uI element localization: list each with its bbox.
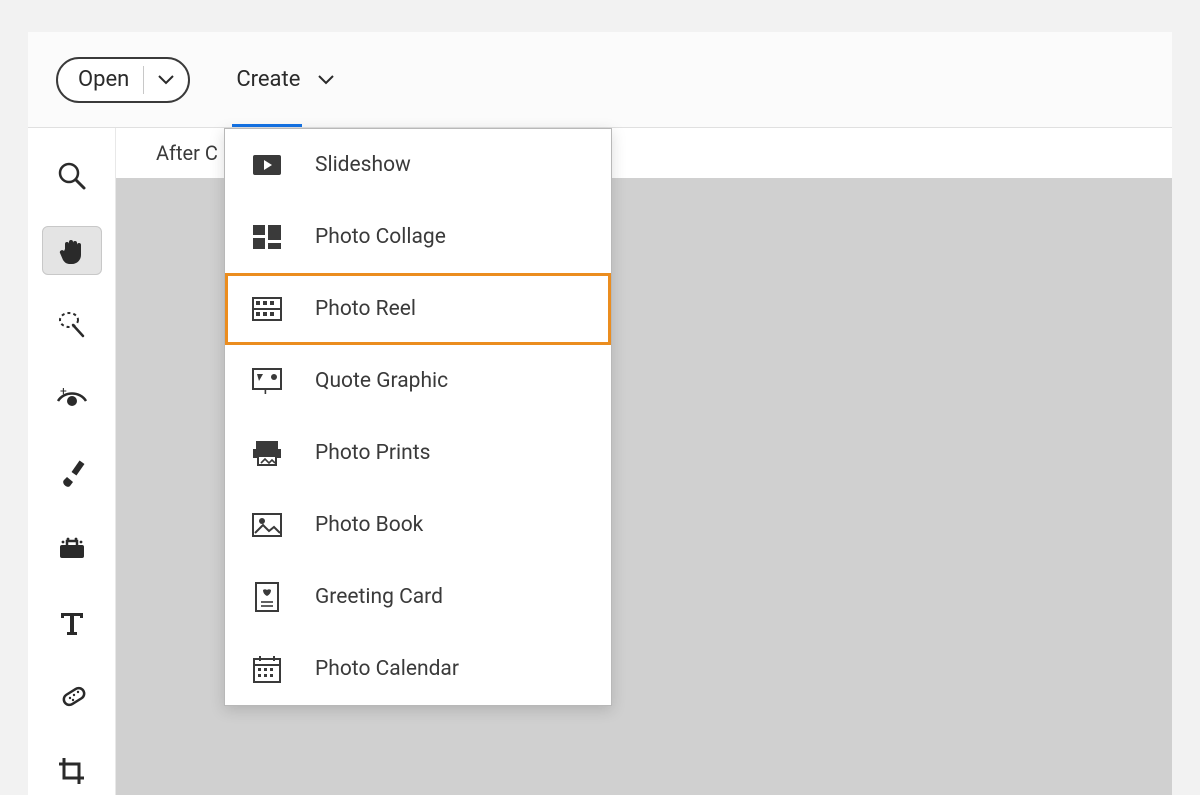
menu-item-label: Photo Calendar [315,657,459,681]
document-tab-label[interactable]: After C [156,141,218,165]
left-toolbar: + [28,128,116,795]
quick-select-tool[interactable] [42,301,102,349]
chevron-down-icon [318,75,334,85]
menu-item-photo-collage[interactable]: Photo Collage [225,201,611,273]
create-tab-label: Create [236,67,300,92]
book-icon [247,513,287,537]
menu-item-photo-calendar[interactable]: Photo Calendar [225,633,611,705]
menu-item-slideshow[interactable]: Slideshow [225,129,611,201]
zoom-tool-icon [57,161,87,191]
quick-select-tool-icon [57,310,87,340]
menu-item-photo-book[interactable]: Photo Book [225,489,611,561]
svg-text:+: + [60,387,67,398]
top-bar: Open Create [28,32,1172,128]
menu-item-label: Photo Prints [315,441,430,465]
slideshow-icon [247,154,287,176]
menu-item-label: Greeting Card [315,585,443,609]
menu-item-label: Photo Reel [315,297,416,321]
hand-tool[interactable] [42,226,102,275]
toolbox-tool-icon [57,535,87,561]
reel-icon [247,297,287,321]
zoom-tool[interactable] [42,152,102,200]
prints-icon [247,440,287,466]
healing-tool[interactable] [42,672,102,720]
menu-item-photo-reel[interactable]: Photo Reel [225,273,611,345]
card-icon [247,582,287,612]
collage-icon [247,225,287,249]
open-button[interactable]: Open [56,57,190,103]
menu-item-label: Quote Graphic [315,369,448,393]
eye-tool-icon: + [56,387,88,411]
menu-item-photo-prints[interactable]: Photo Prints [225,417,611,489]
crop-tool-icon [57,756,87,786]
type-tool[interactable] [42,598,102,646]
app-frame: Open Create + [28,32,1172,795]
healing-tool-icon [56,682,88,712]
type-tool-icon [58,608,86,636]
toolbox-tool[interactable] [42,524,102,572]
menu-item-greeting-card[interactable]: Greeting Card [225,561,611,633]
open-button-label: Open [58,67,143,92]
open-button-caret[interactable] [144,75,188,85]
svg-text:T: T [262,386,269,394]
create-tab[interactable]: Create [236,57,334,103]
eye-tool[interactable]: + [42,375,102,423]
calendar-icon [247,655,287,683]
create-menu: Slideshow Photo Collage Photo Reel T Quo… [224,128,612,706]
menu-item-label: Photo Collage [315,225,446,249]
chevron-down-icon [158,75,174,85]
menu-item-label: Slideshow [315,153,411,177]
hand-tool-icon [56,235,88,267]
menu-item-label: Photo Book [315,513,423,537]
menu-item-quote-graphic[interactable]: T Quote Graphic [225,345,611,417]
brush-tool-icon [57,459,87,489]
brush-tool[interactable] [42,449,102,497]
quote-icon: T [247,368,287,394]
crop-tool[interactable] [42,747,102,795]
